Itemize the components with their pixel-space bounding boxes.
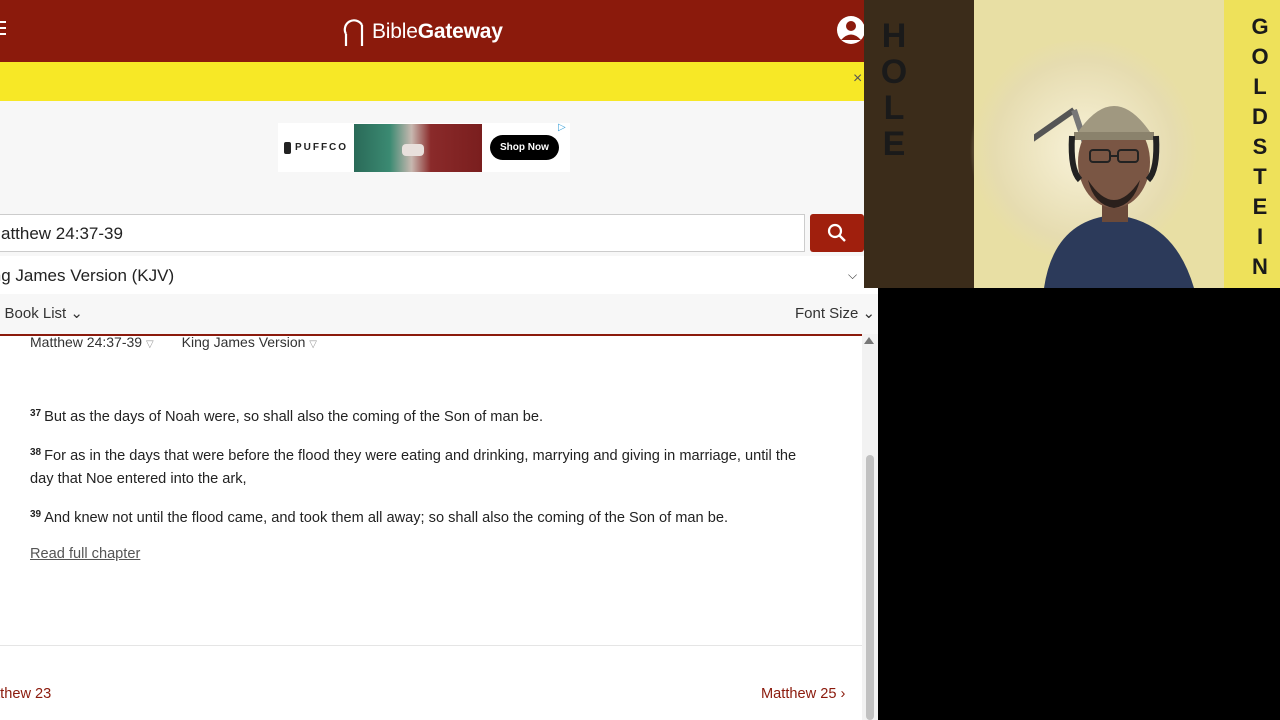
webcam-flag-letters-left: H O L E [874, 18, 914, 162]
divider [0, 645, 862, 646]
flag-letter: H [881, 17, 907, 55]
next-chapter-link[interactable]: Matthew 25 › [761, 686, 845, 702]
passage-version: King James Version [181, 334, 306, 350]
announcement-banner [0, 62, 878, 101]
shop-now-button[interactable]: Shop Now [490, 135, 559, 160]
verse-number: 39 [30, 509, 42, 520]
flag-letter: I [1256, 224, 1264, 249]
verse-number: 37 [30, 408, 42, 419]
verse: 38 For as in the days that were before th… [30, 441, 810, 491]
version-select-value: ing James Version (KJV) [0, 266, 175, 285]
font-size-label: Font Size [795, 305, 859, 322]
passage-header: Matthew 24:37-39 ▽ King James Version ▽ [30, 334, 317, 350]
flag-letter: T [1253, 164, 1267, 189]
webcam-overlay: H O L E G O L D S T E I N [864, 0, 1280, 288]
site-logo[interactable]: BibleGateway [340, 15, 503, 49]
search-icon [827, 223, 846, 242]
menu-icon[interactable] [0, 21, 6, 39]
verse-number: 38 [30, 447, 42, 458]
flag-letter: S [1252, 134, 1268, 159]
webcam-flag-letters-right: G O L D S T E I N [1242, 12, 1278, 282]
passage-search-input[interactable]: atthew 24:37-39 [0, 214, 805, 252]
logo-text-gateway: Gateway [417, 20, 503, 43]
flag-letter: E [882, 125, 906, 163]
passage-reference: Matthew 24:37-39 [30, 334, 143, 350]
previous-chapter-link[interactable]: atthew 23 [0, 686, 51, 702]
passage-reference-dropdown[interactable]: Matthew 24:37-39 ▽ [30, 334, 154, 350]
chevron-down-icon: ⌄ [70, 305, 83, 322]
search-button[interactable] [810, 214, 864, 252]
search-row: atthew 24:37-39 [0, 214, 878, 256]
chevron-down-icon: ⌵ [848, 268, 858, 282]
flag-letter: O [1251, 44, 1269, 69]
logo-text: BibleGateway [372, 20, 503, 44]
user-account-icon[interactable] [836, 15, 866, 45]
logo-mark-icon [343, 19, 364, 46]
logo-text-bible: Bible [372, 20, 418, 43]
ad-area: PUFFCO Shop Now ▷ [0, 101, 878, 214]
verse: 39 And knew not until the flood came, and… [30, 503, 810, 530]
flag-letter: O [880, 53, 908, 91]
version-select[interactable]: ing James Version (KJV) ⌵ [0, 256, 878, 295]
flag-letter: N [1252, 254, 1268, 279]
verse-text: And knew not until the flood came, and t… [44, 510, 729, 526]
adchoices-icon[interactable]: ▷ [558, 122, 566, 133]
chevron-down-icon: ▽ [145, 339, 154, 350]
puffco-logo-icon [283, 141, 291, 154]
verse-text: But as the days of Noah were, so shall a… [44, 409, 544, 425]
flag-letter: L [1253, 74, 1267, 99]
ad-brand: PUFFCO [278, 141, 354, 154]
ad-brand-text: PUFFCO [294, 142, 349, 153]
verse: 37 But as the days of Noah were, so shall… [30, 402, 810, 429]
chevron-down-icon: ⌄ [862, 305, 876, 322]
close-icon[interactable]: × [853, 70, 862, 88]
advertisement[interactable]: PUFFCO Shop Now ▷ [278, 122, 570, 172]
flag-letter: E [1252, 194, 1268, 219]
ad-product-image [354, 123, 482, 172]
verse-text: For as in the days that were before the … [30, 448, 797, 487]
book-list-dropdown[interactable]: e Book List ⌄ [0, 304, 83, 322]
font-size-dropdown[interactable]: Font Size ⌄ [795, 304, 875, 322]
bible-gateway-page: BibleGateway × PUFFCO Shop Now ▷ atthew … [0, 0, 878, 720]
read-full-chapter-link[interactable]: Read full chapter [30, 546, 140, 562]
chevron-right-icon: › [840, 686, 846, 702]
webcam-person [1034, 106, 1194, 288]
scroll-up-arrow-icon[interactable] [864, 337, 874, 344]
scrollbar-thumb[interactable] [866, 455, 874, 720]
site-header: BibleGateway [0, 0, 878, 62]
chevron-down-icon: ▽ [309, 339, 317, 350]
tools-bar: e Book List ⌄ Font Size ⌄ [0, 294, 878, 336]
passage-version-dropdown[interactable]: King James Version ▽ [182, 334, 317, 350]
next-chapter-label: Matthew 25 [761, 686, 837, 702]
flag-letter: G [1251, 14, 1269, 39]
book-list-label: e Book List [0, 305, 67, 322]
flag-letter: L [883, 89, 905, 127]
flag-letter: D [1252, 104, 1268, 129]
